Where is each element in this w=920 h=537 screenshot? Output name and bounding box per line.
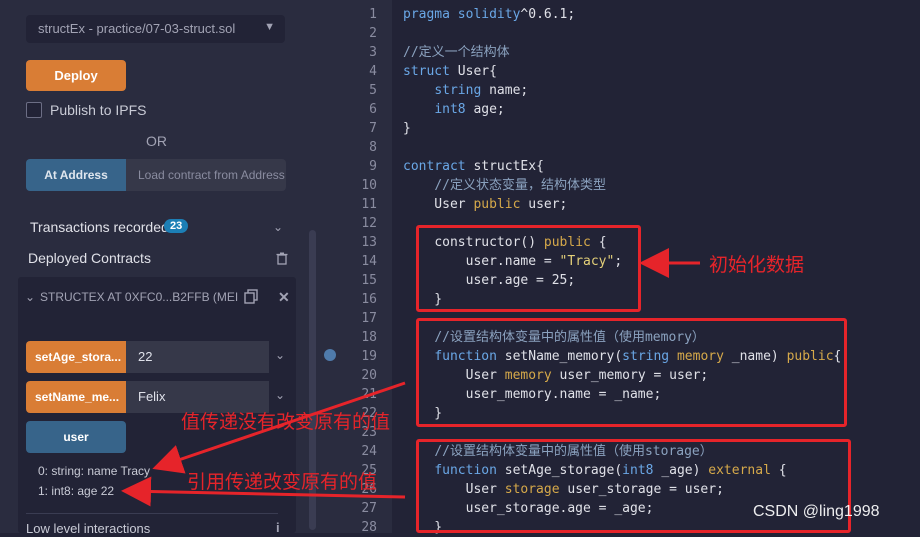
arrow-ref <box>121 476 406 507</box>
watermark: CSDN @ling1998 <box>753 503 880 520</box>
annotation-arrows <box>121 248 700 507</box>
arrow-value <box>152 381 406 474</box>
